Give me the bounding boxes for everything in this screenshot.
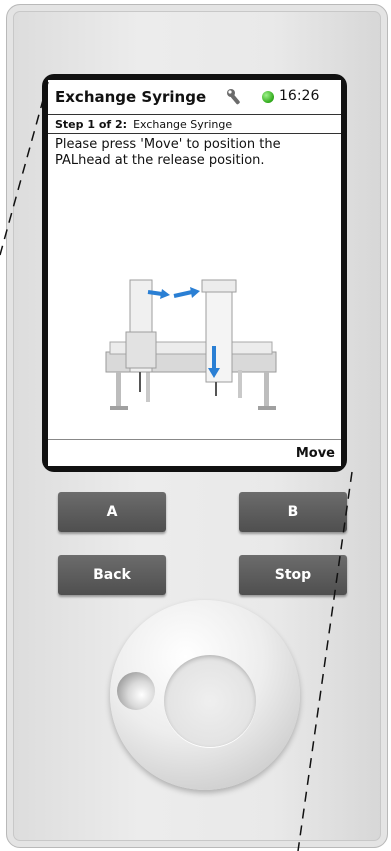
step-name: Exchange Syringe [133,117,233,131]
wrench-icon [227,89,240,105]
move-softkey[interactable]: Move [296,446,335,461]
status-indicator-icon [262,91,274,103]
display-screen: Exchange Syringe 16:26 Step 1 of 2: Exch… [48,80,341,466]
back-button[interactable]: Back [58,555,166,595]
screen-header: Exchange Syringe 16:26 [48,80,341,114]
a-button[interactable]: A [58,492,166,532]
step-indicator: Step 1 of 2: Exchange Syringe [48,114,341,134]
clock-time: 16:26 [279,88,320,104]
screen-title: Exchange Syringe [55,88,207,106]
instruction-text: Please press 'Move' to position the PALh… [55,137,281,168]
knob-center-button[interactable] [164,655,256,747]
step-label: Step 1 of 2: [55,117,128,131]
knob-grip-dimple [117,672,155,710]
robot-arm-illustration [105,279,277,410]
b-button[interactable]: B [239,492,347,532]
stop-button[interactable]: Stop [239,555,347,595]
softkey-bar: Move [48,439,341,466]
